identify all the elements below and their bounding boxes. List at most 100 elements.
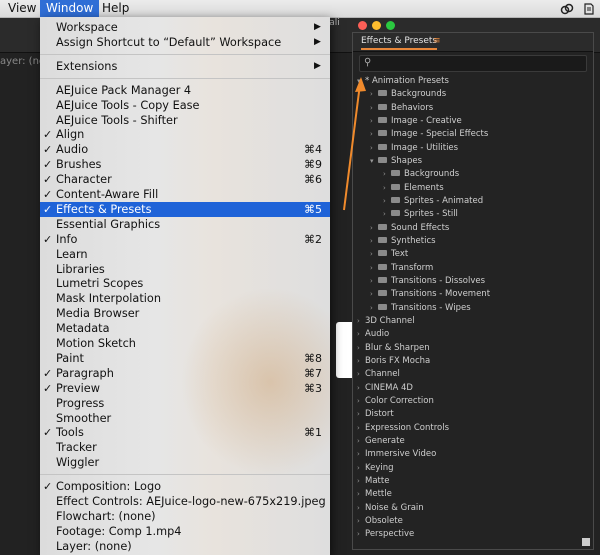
chevron-right-icon[interactable]: › bbox=[357, 502, 365, 515]
chevron-right-icon[interactable]: › bbox=[357, 528, 365, 541]
chevron-right-icon[interactable]: › bbox=[370, 115, 378, 128]
menu-item[interactable]: ✓ Audio ⌘4 bbox=[40, 142, 330, 157]
zoom-icon[interactable] bbox=[386, 21, 395, 30]
creative-cloud-icon[interactable] bbox=[560, 2, 574, 16]
chevron-right-icon[interactable]: › bbox=[357, 422, 365, 435]
chevron-right-icon[interactable]: › bbox=[357, 515, 365, 528]
menu-item[interactable]: Assign Shortcut to “Default” Workspace ▶ bbox=[40, 35, 330, 50]
menu-item[interactable]: ✓ Character ⌘6 bbox=[40, 172, 330, 187]
menu-item[interactable]: AEJuice Pack Manager 4 bbox=[40, 83, 330, 98]
tree-item[interactable]: › Distort bbox=[357, 408, 394, 421]
tree-item[interactable]: › Blur & Sharpen bbox=[357, 342, 430, 355]
chevron-right-icon[interactable]: › bbox=[370, 275, 378, 288]
chevron-right-icon[interactable]: › bbox=[357, 368, 365, 381]
chevron-right-icon[interactable]: › bbox=[357, 328, 365, 341]
tree-item[interactable]: › Color Correction bbox=[357, 395, 434, 408]
tree-item[interactable]: ▾ Shapes bbox=[370, 155, 422, 168]
close-icon[interactable] bbox=[358, 21, 367, 30]
tree-item[interactable]: › Transitions - Wipes bbox=[370, 302, 471, 315]
tree-item[interactable]: › Sprites - Still bbox=[383, 208, 458, 221]
tree-item[interactable]: › Text bbox=[370, 248, 408, 261]
chevron-right-icon[interactable]: › bbox=[370, 88, 378, 101]
menu-item[interactable]: Footage: Comp 1.mp4 bbox=[40, 524, 330, 539]
menu-item[interactable]: ✓ Effects & Presets ⌘5 bbox=[40, 201, 330, 217]
menu-item[interactable]: Media Browser bbox=[40, 306, 330, 321]
tree-item[interactable]: › CINEMA 4D bbox=[357, 382, 413, 395]
chevron-right-icon[interactable]: › bbox=[357, 342, 365, 355]
menu-item[interactable]: ✓ Info ⌘2 bbox=[40, 232, 330, 247]
chevron-right-icon[interactable]: › bbox=[370, 262, 378, 275]
chevron-right-icon[interactable]: › bbox=[357, 408, 365, 421]
menu-item[interactable]: Progress bbox=[40, 396, 330, 411]
tree-item[interactable]: › Matte bbox=[357, 475, 389, 488]
tree-item[interactable]: › Backgrounds bbox=[370, 88, 446, 101]
tree-item[interactable]: › Transform bbox=[370, 262, 433, 275]
chevron-right-icon[interactable]: › bbox=[357, 488, 365, 501]
tree-item[interactable]: › Audio bbox=[357, 328, 389, 341]
menu-view[interactable]: View bbox=[2, 0, 42, 17]
chevron-right-icon[interactable]: › bbox=[370, 302, 378, 315]
chevron-right-icon[interactable]: › bbox=[357, 355, 365, 368]
chevron-right-icon[interactable]: › bbox=[357, 435, 365, 448]
tree-item[interactable]: › Expression Controls bbox=[357, 422, 449, 435]
minimize-icon[interactable] bbox=[372, 21, 381, 30]
chevron-right-icon[interactable]: › bbox=[357, 395, 365, 408]
tree-item[interactable]: › Immersive Video bbox=[357, 448, 436, 461]
chevron-right-icon[interactable]: › bbox=[383, 168, 391, 181]
tree-item[interactable]: › Boris FX Mocha bbox=[357, 355, 430, 368]
tree-item[interactable]: › Image - Creative bbox=[370, 115, 462, 128]
chevron-right-icon[interactable]: › bbox=[383, 182, 391, 195]
chevron-right-icon[interactable]: › bbox=[370, 142, 378, 155]
tree-item[interactable]: › Obsolete bbox=[357, 515, 403, 528]
menu-item[interactable]: Learn bbox=[40, 247, 330, 262]
menu-help[interactable]: Help bbox=[96, 0, 135, 17]
chevron-right-icon[interactable]: › bbox=[370, 248, 378, 261]
menu-item[interactable]: ✓ Brushes ⌘9 bbox=[40, 157, 330, 172]
menu-item[interactable]: Layer: (none) bbox=[40, 539, 330, 554]
tree-item[interactable]: › Sprites - Animated bbox=[383, 195, 483, 208]
chevron-right-icon[interactable]: › bbox=[370, 222, 378, 235]
menu-item[interactable]: Workspace ▶ bbox=[40, 20, 330, 35]
menu-item[interactable]: Lumetri Scopes bbox=[40, 276, 330, 291]
menu-item[interactable]: Metadata bbox=[40, 321, 330, 336]
tree-item[interactable]: › Perspective bbox=[357, 528, 414, 541]
chevron-right-icon[interactable]: › bbox=[357, 315, 365, 328]
menu-item[interactable]: AEJuice Tools - Shifter bbox=[40, 113, 330, 128]
effects-search-input[interactable]: ⚲ bbox=[359, 55, 587, 72]
tree-item[interactable]: › Backgrounds bbox=[383, 168, 459, 181]
chevron-down-icon[interactable]: ▾ bbox=[357, 75, 365, 88]
chevron-right-icon[interactable]: › bbox=[383, 208, 391, 221]
menu-item[interactable]: Wiggler bbox=[40, 455, 330, 470]
tree-item[interactable]: › Channel bbox=[357, 368, 400, 381]
panel-title[interactable]: Effects & Presets bbox=[361, 36, 437, 46]
menu-item[interactable]: Extensions ▶ bbox=[40, 59, 330, 74]
tree-item[interactable]: › Image - Special Effects bbox=[370, 128, 488, 141]
menu-item[interactable]: Flowchart: (none) bbox=[40, 509, 330, 524]
tree-item[interactable]: › Generate bbox=[357, 435, 405, 448]
menu-item[interactable]: ✓ Paragraph ⌘7 bbox=[40, 366, 330, 381]
chevron-right-icon[interactable]: › bbox=[357, 462, 365, 475]
tree-item[interactable]: › Transitions - Movement bbox=[370, 288, 490, 301]
menu-item[interactable]: Libraries bbox=[40, 262, 330, 277]
tree-item[interactable]: › Elements bbox=[383, 182, 444, 195]
panel-menu-icon[interactable]: ≡ bbox=[433, 36, 443, 46]
menu-item[interactable]: ✓ Composition: Logo bbox=[40, 479, 330, 494]
menu-item[interactable]: ✓ Content-Aware Fill bbox=[40, 187, 330, 202]
menu-item[interactable]: Tracker bbox=[40, 440, 330, 455]
tree-item[interactable]: › Keying bbox=[357, 462, 394, 475]
menu-item[interactable]: Motion Sketch bbox=[40, 336, 330, 351]
menu-item[interactable]: Smoother bbox=[40, 411, 330, 426]
menu-item[interactable]: ✓ Preview ⌘3 bbox=[40, 381, 330, 396]
chevron-right-icon[interactable]: › bbox=[357, 475, 365, 488]
tree-item[interactable]: › Transitions - Dissolves bbox=[370, 275, 485, 288]
tree-item[interactable]: › Behaviors bbox=[370, 102, 433, 115]
tree-item[interactable]: › Sound Effects bbox=[370, 222, 449, 235]
resize-handle[interactable] bbox=[582, 538, 590, 546]
menu-item[interactable]: ✓ Tools ⌘1 bbox=[40, 425, 330, 440]
menu-item[interactable]: Paint ⌘8 bbox=[40, 351, 330, 366]
tree-item[interactable]: › Mettle bbox=[357, 488, 392, 501]
menu-item[interactable]: AEJuice Tools - Copy Ease bbox=[40, 98, 330, 113]
chevron-right-icon[interactable]: › bbox=[357, 448, 365, 461]
tree-item[interactable]: › Image - Utilities bbox=[370, 142, 458, 155]
chevron-right-icon[interactable]: › bbox=[370, 288, 378, 301]
